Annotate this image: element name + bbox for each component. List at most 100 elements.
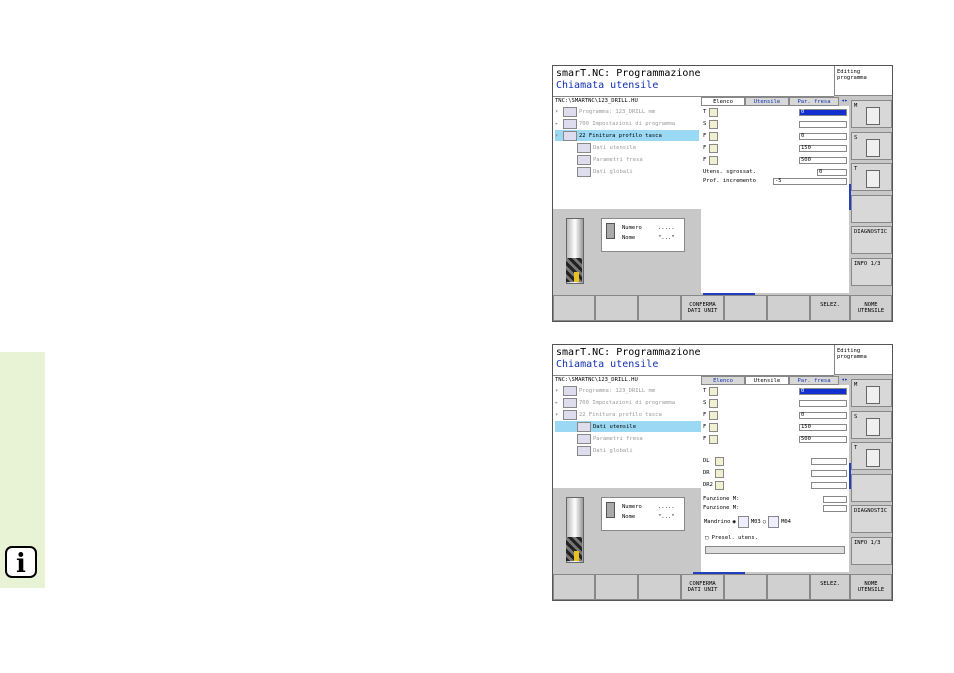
preselect-field[interactable] bbox=[705, 546, 845, 554]
field-input[interactable]: 500 bbox=[799, 436, 847, 443]
offset-input[interactable] bbox=[811, 482, 847, 489]
vertical-softkey[interactable]: T bbox=[851, 163, 892, 191]
tab-scroll-arrow-icon[interactable]: ◂▸ bbox=[840, 97, 849, 106]
param-input[interactable]: -5 bbox=[773, 178, 847, 185]
preselect-label: Presel. utens. bbox=[711, 535, 758, 541]
tree-node-icon bbox=[563, 118, 577, 129]
tool-preview: Numero..... Nome "..." bbox=[553, 210, 702, 293]
vertical-softkey[interactable] bbox=[851, 195, 892, 223]
softkey[interactable] bbox=[638, 574, 681, 600]
tab-bar: Elenco Utensile Par. fresa ◂▸ bbox=[701, 376, 849, 385]
mode-indicator: Editing programma bbox=[834, 345, 892, 375]
expand-toggle-icon[interactable]: ▾ bbox=[555, 388, 563, 394]
softkey[interactable]: SELEZ. bbox=[810, 295, 850, 321]
param-row: Prof. incremento -5 bbox=[703, 177, 847, 187]
tab-elenco[interactable]: Elenco bbox=[701, 97, 745, 106]
tab-par-fresa[interactable]: Par. fresa bbox=[789, 97, 839, 106]
field-input[interactable]: 500 bbox=[799, 157, 847, 164]
tree-item[interactable]: ▾ 22 Finitura profilo tasca bbox=[555, 130, 699, 141]
expand-toggle-icon[interactable]: ▾ bbox=[555, 412, 563, 418]
field-input[interactable]: 0 bbox=[799, 109, 847, 116]
vertical-softkey[interactable]: M bbox=[851, 100, 892, 128]
offset-input[interactable] bbox=[811, 470, 847, 477]
tree-item[interactable]: ▸ 700 Impostazioni di programma bbox=[555, 397, 699, 408]
field-input[interactable]: 0 bbox=[799, 133, 847, 140]
offset-row: DL bbox=[703, 457, 847, 467]
tree-item[interactable]: ▸ 700 Impostazioni di programma bbox=[555, 118, 699, 129]
m-function-input[interactable] bbox=[823, 496, 847, 503]
vertical-softkey[interactable]: S bbox=[851, 132, 892, 160]
field-input[interactable] bbox=[799, 400, 847, 407]
vertical-softkey[interactable]: INFO 1/3 bbox=[851, 537, 892, 565]
tree-item[interactable]: Dati utensile bbox=[555, 421, 713, 432]
tree-item[interactable]: Parametri fresa bbox=[555, 433, 713, 444]
vertical-softkey[interactable] bbox=[851, 474, 892, 502]
tab-utensile[interactable]: Utensile bbox=[745, 376, 789, 385]
expand-toggle-icon[interactable]: ▾ bbox=[555, 133, 563, 139]
field-param-icon bbox=[709, 435, 718, 444]
horizontal-softkeys: CONFERMA DATI UNIT SELEZ. NOME UTENSILE bbox=[553, 295, 892, 321]
field-input[interactable]: 0 bbox=[799, 412, 847, 419]
tab-scroll-arrow-icon[interactable]: ◂▸ bbox=[840, 376, 849, 385]
tool-field-row: T0 bbox=[703, 387, 847, 397]
vertical-softkey[interactable]: DIAGNOSTIC bbox=[851, 505, 892, 533]
machine-function-icon bbox=[866, 386, 880, 404]
field-input[interactable]: 0 bbox=[799, 388, 847, 395]
offset-input[interactable] bbox=[811, 458, 847, 465]
vertical-softkey[interactable]: S bbox=[851, 411, 892, 439]
radio-m04[interactable]: ○ bbox=[763, 519, 766, 525]
tool-field-row: T0 bbox=[703, 108, 847, 118]
info-icon: i bbox=[5, 546, 37, 579]
tree-item[interactable]: Dati globali bbox=[555, 166, 713, 177]
expand-toggle-icon[interactable]: ▸ bbox=[555, 400, 563, 406]
softkey-label: M bbox=[854, 382, 858, 388]
softkey[interactable] bbox=[767, 574, 810, 600]
tool-preview: Numero..... Nome "..." bbox=[553, 489, 702, 572]
field-input[interactable] bbox=[799, 121, 847, 128]
softkey[interactable]: NOME UTENSILE bbox=[850, 574, 892, 600]
softkey[interactable] bbox=[595, 574, 638, 600]
softkey[interactable]: CONFERMA DATI UNIT bbox=[681, 295, 724, 321]
vertical-softkey[interactable]: T bbox=[851, 442, 892, 470]
tree-item[interactable]: Dati globali bbox=[555, 445, 713, 456]
field-label: F bbox=[703, 424, 707, 430]
tool-field-row: F0 bbox=[703, 411, 847, 421]
softkey[interactable]: SELEZ. bbox=[810, 574, 850, 600]
softkey[interactable] bbox=[724, 295, 767, 321]
offset-icon bbox=[715, 481, 724, 490]
tree-item-label: Dati globali bbox=[593, 447, 633, 454]
tree-item[interactable]: ▾ 22 Finitura profilo tasca bbox=[555, 409, 699, 420]
radio-m03[interactable]: ◉ bbox=[733, 519, 736, 525]
expand-toggle-icon[interactable]: ▾ bbox=[555, 109, 563, 115]
tree-item[interactable]: ▾ Programma: 123_DRILL mm bbox=[555, 385, 699, 396]
preselect-checkbox[interactable]: □ Presel. utens. bbox=[705, 535, 758, 541]
vertical-softkey[interactable]: M bbox=[851, 379, 892, 407]
tab-par-fresa[interactable]: Par. fresa bbox=[789, 376, 839, 385]
field-param-icon bbox=[709, 399, 718, 408]
offset-row: DR2 bbox=[703, 481, 847, 491]
softkey[interactable]: CONFERMA DATI UNIT bbox=[681, 574, 724, 600]
tab-elenco[interactable]: Elenco bbox=[701, 376, 745, 385]
m-function-input[interactable] bbox=[823, 505, 847, 512]
softkey[interactable] bbox=[553, 574, 595, 600]
softkey[interactable] bbox=[595, 295, 638, 321]
field-input[interactable]: 150 bbox=[799, 145, 847, 152]
tree-item[interactable]: ▾ Programma: 123_DRILL mm bbox=[555, 106, 699, 117]
field-input[interactable]: 150 bbox=[799, 424, 847, 431]
tree-item[interactable]: Parametri fresa bbox=[555, 154, 713, 165]
field-label: F bbox=[703, 412, 707, 418]
softkey[interactable] bbox=[724, 574, 767, 600]
vertical-softkey[interactable]: INFO 1/3 bbox=[851, 258, 892, 286]
tree-item[interactable]: Dati utensile bbox=[555, 142, 713, 153]
expand-toggle-icon[interactable]: ▸ bbox=[555, 121, 563, 127]
field-param-icon bbox=[709, 120, 718, 129]
tab-utensile[interactable]: Utensile bbox=[745, 97, 789, 106]
softkey[interactable] bbox=[638, 295, 681, 321]
softkey[interactable] bbox=[553, 295, 595, 321]
softkey[interactable] bbox=[767, 295, 810, 321]
softkey[interactable]: NOME UTENSILE bbox=[850, 295, 892, 321]
checkbox-box-icon[interactable]: □ bbox=[705, 535, 712, 541]
field-label: F bbox=[703, 145, 707, 151]
param-input[interactable]: 0 bbox=[817, 169, 847, 176]
vertical-softkey[interactable]: DIAGNOSTIC bbox=[851, 226, 892, 254]
